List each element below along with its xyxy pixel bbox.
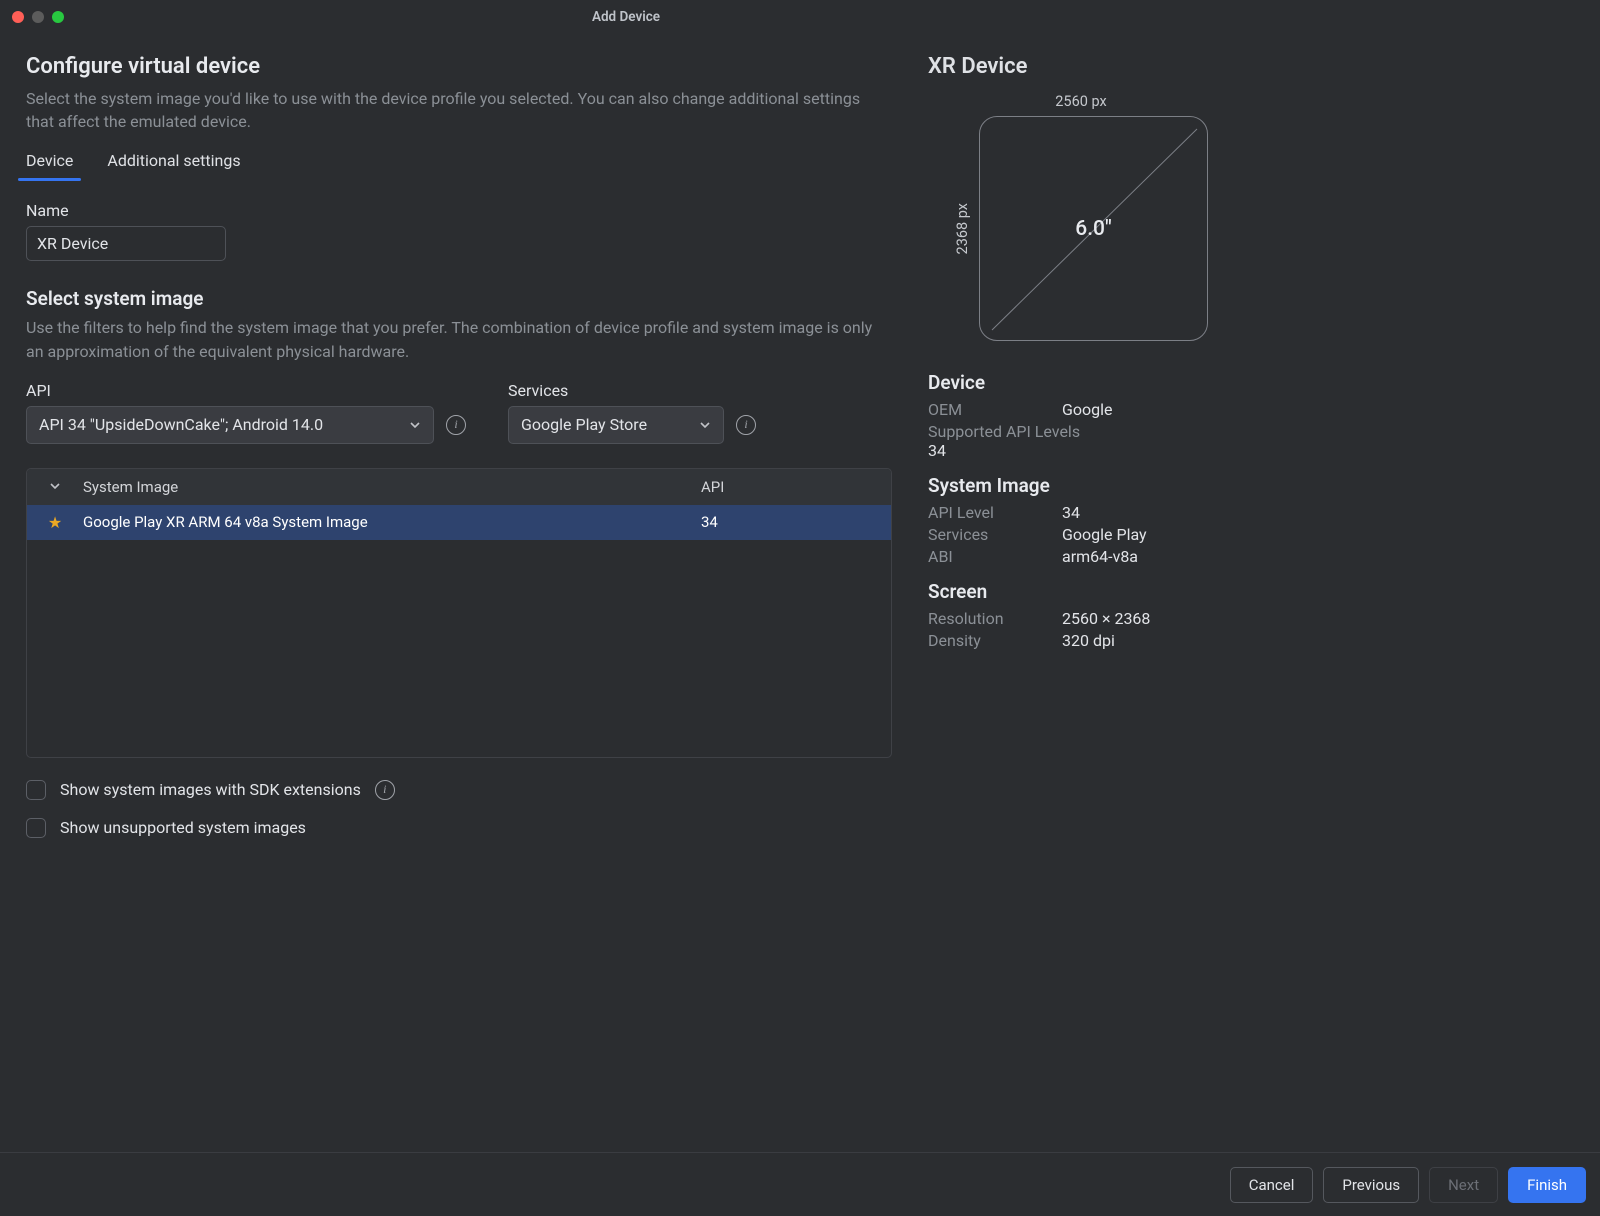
system-title: Select system image (26, 287, 892, 310)
resolution-label: Resolution (928, 609, 1062, 628)
finish-button[interactable]: Finish (1508, 1167, 1586, 1203)
chevron-down-icon (699, 419, 711, 431)
preview-width: 2560 px (1055, 93, 1106, 110)
label-sdk-extensions: Show system images with SDK extensions (60, 780, 361, 799)
services-label: Services (508, 381, 724, 400)
supported-api-value: 34 (928, 441, 1234, 460)
chevron-down-icon (409, 419, 421, 431)
heading-device: Device (928, 371, 1234, 394)
density-value: 320 dpi (1062, 631, 1115, 650)
page-title: Configure virtual device (26, 54, 892, 79)
collapse-toggle[interactable] (27, 478, 83, 496)
preview-height: 2368 px (954, 203, 971, 254)
chevron-down-icon (49, 480, 61, 492)
tab-device[interactable]: Device (26, 151, 73, 180)
info-icon[interactable]: i (375, 780, 395, 800)
heading-system-image: System Image (928, 474, 1234, 497)
api-level-value: 34 (1062, 503, 1080, 522)
api-value: API 34 "UpsideDownCake"; Android 14.0 (39, 415, 323, 434)
info-icon[interactable]: i (446, 415, 466, 435)
api-level-label: API Level (928, 503, 1062, 522)
info-icon[interactable]: i (736, 415, 756, 435)
titlebar: Add Device (0, 0, 1252, 34)
cancel-button[interactable]: Cancel (1230, 1167, 1314, 1203)
minimize-window-button[interactable] (32, 11, 44, 23)
supported-api-label: Supported API Levels (928, 422, 1234, 441)
right-panel: XR Device 2560 px 2368 px 6.0″ Device OE… (928, 54, 1252, 888)
api-label: API (26, 381, 434, 400)
left-panel: Configure virtual device Select the syst… (26, 54, 928, 888)
col-api[interactable]: API (701, 478, 891, 496)
page-subtitle: Select the system image you'd like to us… (26, 87, 892, 133)
window-title: Add Device (0, 9, 1252, 25)
col-system-image[interactable]: System Image (83, 478, 701, 496)
services-dropdown[interactable]: Google Play Store (508, 406, 724, 444)
system-image-table: System Image API ★ Google Play XR ARM 64… (26, 468, 892, 758)
density-label: Density (928, 631, 1062, 650)
system-desc: Use the filters to help find the system … (26, 316, 892, 362)
row-api: 34 (701, 513, 891, 531)
abi-value: arm64-v8a (1062, 547, 1138, 566)
star-icon: ★ (27, 513, 83, 532)
sidebar-title: XR Device (928, 54, 1234, 79)
checkbox-sdk-extensions[interactable] (26, 780, 46, 800)
label-unsupported: Show unsupported system images (60, 818, 306, 837)
resolution-value: 2560 × 2368 (1062, 609, 1150, 628)
device-preview: 2560 px 2368 px 6.0″ (928, 93, 1234, 341)
footer: Cancel Previous Next Finish (0, 1152, 1600, 1216)
previous-button[interactable]: Previous (1323, 1167, 1419, 1203)
services-value: Google Play (1062, 525, 1147, 544)
services-label: Services (928, 525, 1062, 544)
close-window-button[interactable] (12, 11, 24, 23)
services-value: Google Play Store (521, 415, 647, 434)
table-row[interactable]: ★ Google Play XR ARM 64 v8a System Image… (27, 505, 891, 540)
oem-value: Google (1062, 400, 1113, 419)
next-button: Next (1429, 1167, 1498, 1203)
maximize-window-button[interactable] (52, 11, 64, 23)
traffic-lights (12, 11, 64, 23)
preview-screen: 6.0″ (979, 116, 1208, 341)
table-header: System Image API (27, 469, 891, 505)
tabs: Device Additional settings (26, 151, 892, 181)
row-name: Google Play XR ARM 64 v8a System Image (83, 513, 701, 531)
oem-label: OEM (928, 400, 1062, 419)
name-input[interactable] (26, 226, 226, 261)
abi-label: ABI (928, 547, 1062, 566)
preview-diagonal: 6.0″ (1075, 217, 1111, 241)
name-label: Name (26, 201, 892, 220)
tab-additional-settings[interactable]: Additional settings (107, 151, 240, 180)
api-dropdown[interactable]: API 34 "UpsideDownCake"; Android 14.0 (26, 406, 434, 444)
heading-screen: Screen (928, 580, 1234, 603)
checkbox-unsupported[interactable] (26, 818, 46, 838)
